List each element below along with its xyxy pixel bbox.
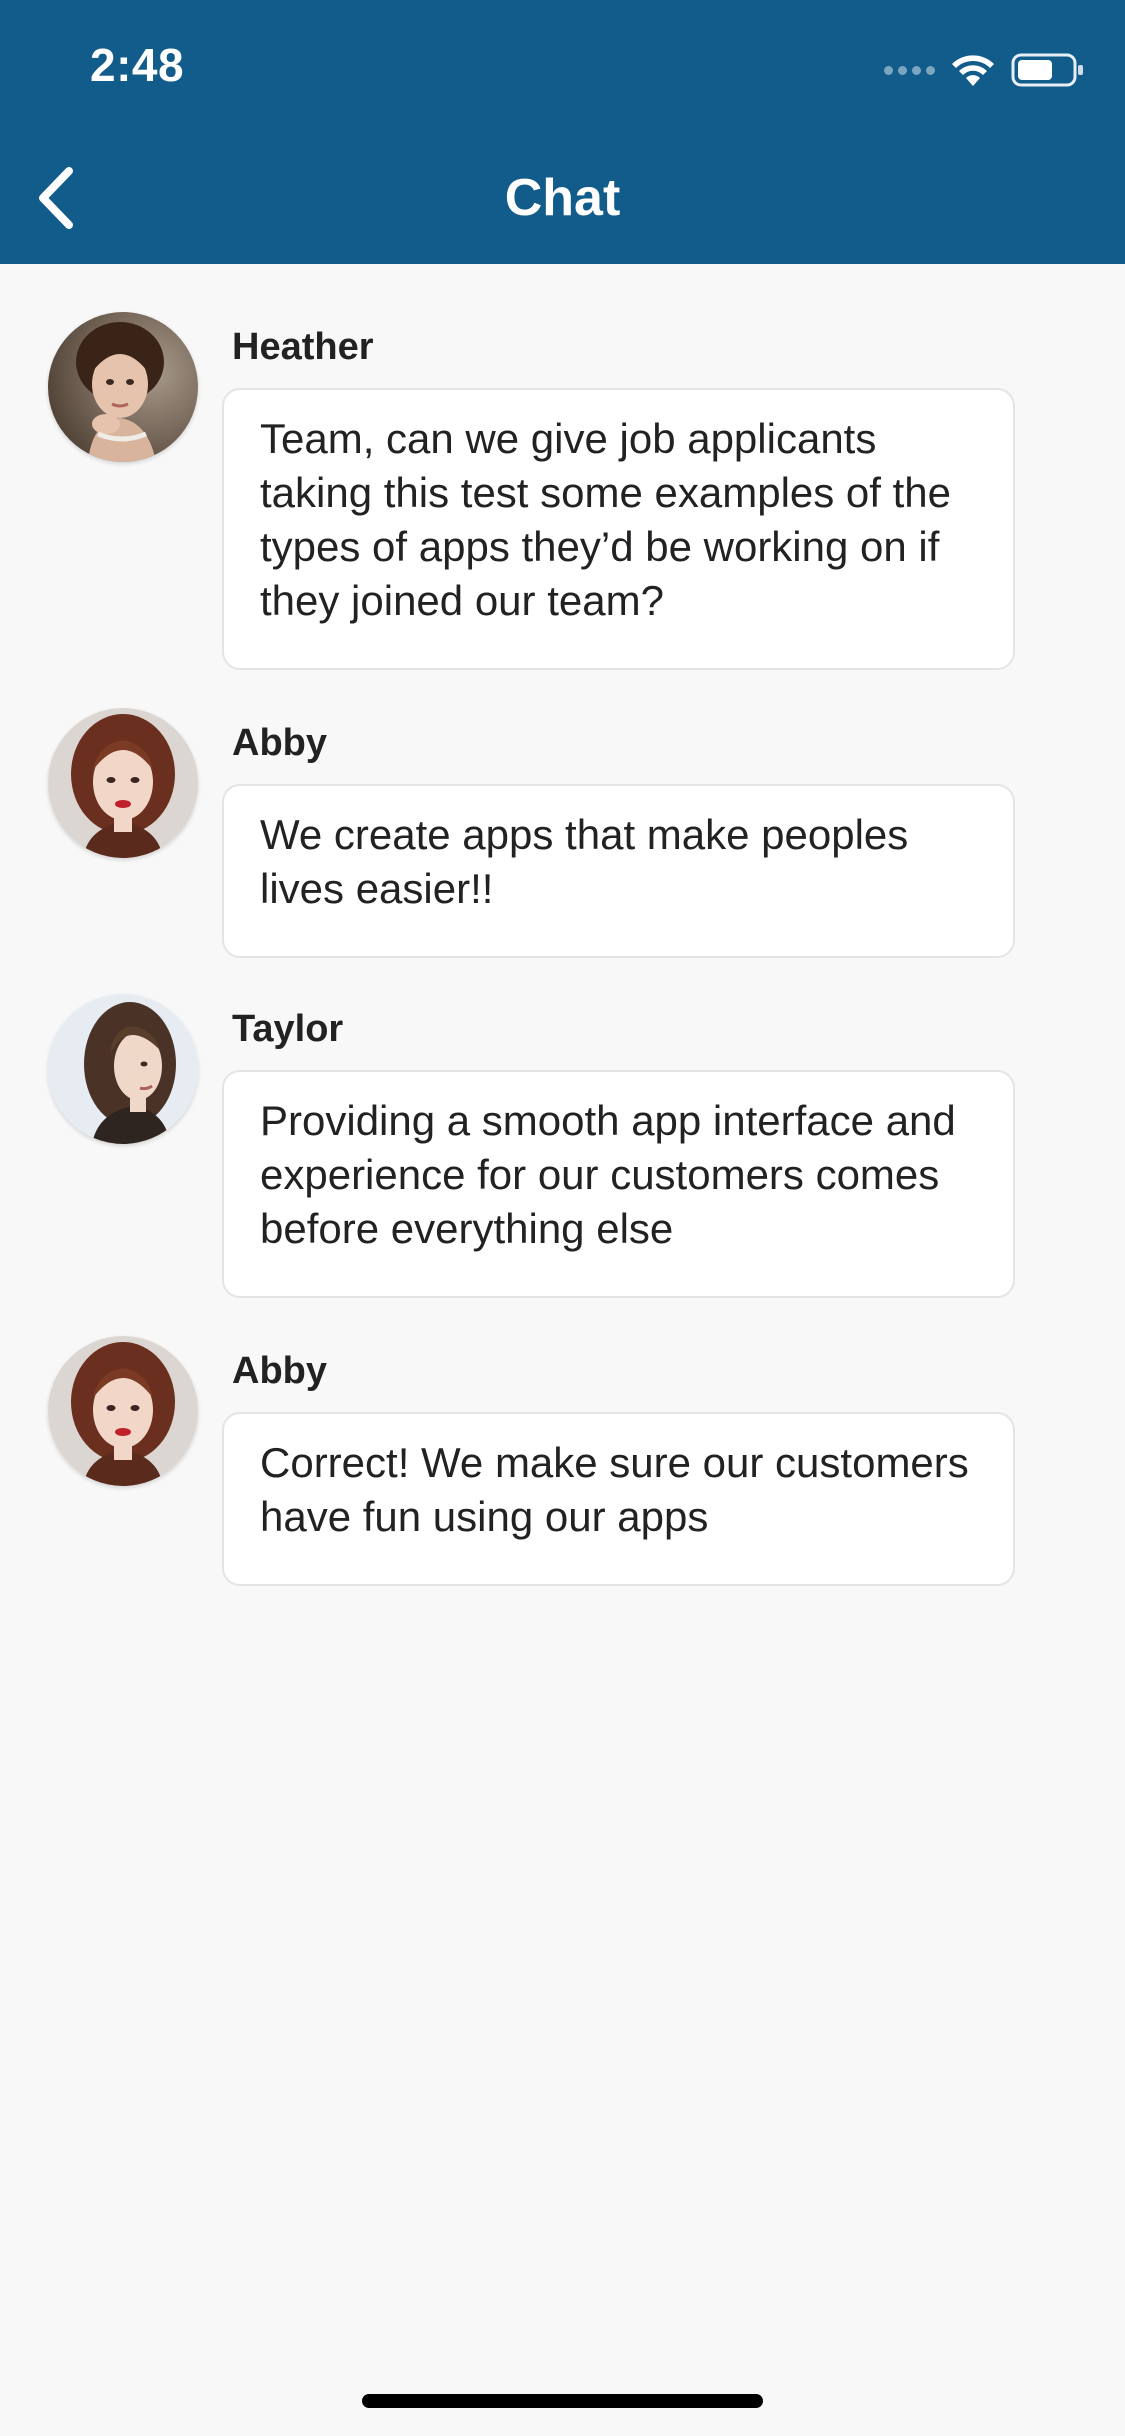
message-text: Correct! We make sure our customers have…	[260, 1439, 969, 1540]
message-bubble: Providing a smooth app interface and exp…	[222, 1070, 1015, 1298]
avatar-abby[interactable]	[48, 708, 198, 858]
message-text: Team, can we give job applicants taking …	[260, 415, 952, 624]
chat-screen: 2:48 Chat Heather Team, can we give job …	[0, 0, 1125, 2436]
status-icons	[884, 48, 1085, 92]
battery-icon	[1011, 53, 1083, 87]
sender-name: Heather	[232, 326, 374, 368]
sender-name: Abby	[232, 1350, 327, 1392]
message-bubble: Team, can we give job applicants taking …	[222, 388, 1015, 670]
message-text: Providing a smooth app interface and exp…	[260, 1097, 956, 1252]
message-text: We create apps that make peoples lives e…	[260, 811, 909, 912]
message-bubble: We create apps that make peoples lives e…	[222, 784, 1015, 958]
status-time: 2:48	[90, 39, 185, 91]
avatar-heather[interactable]	[48, 312, 198, 462]
avatar-abby[interactable]	[48, 1336, 198, 1486]
wifi-icon	[952, 55, 994, 86]
home-indicator[interactable]	[362, 2394, 763, 2408]
signal-icon	[884, 65, 935, 75]
message-bubble: Correct! We make sure our customers have…	[222, 1412, 1015, 1586]
page-title: Chat	[504, 169, 621, 227]
header-bar: 2:48 Chat	[0, 0, 1125, 264]
sender-name: Taylor	[232, 1008, 344, 1050]
sender-name: Abby	[232, 722, 327, 764]
avatar-taylor[interactable]	[48, 994, 198, 1144]
